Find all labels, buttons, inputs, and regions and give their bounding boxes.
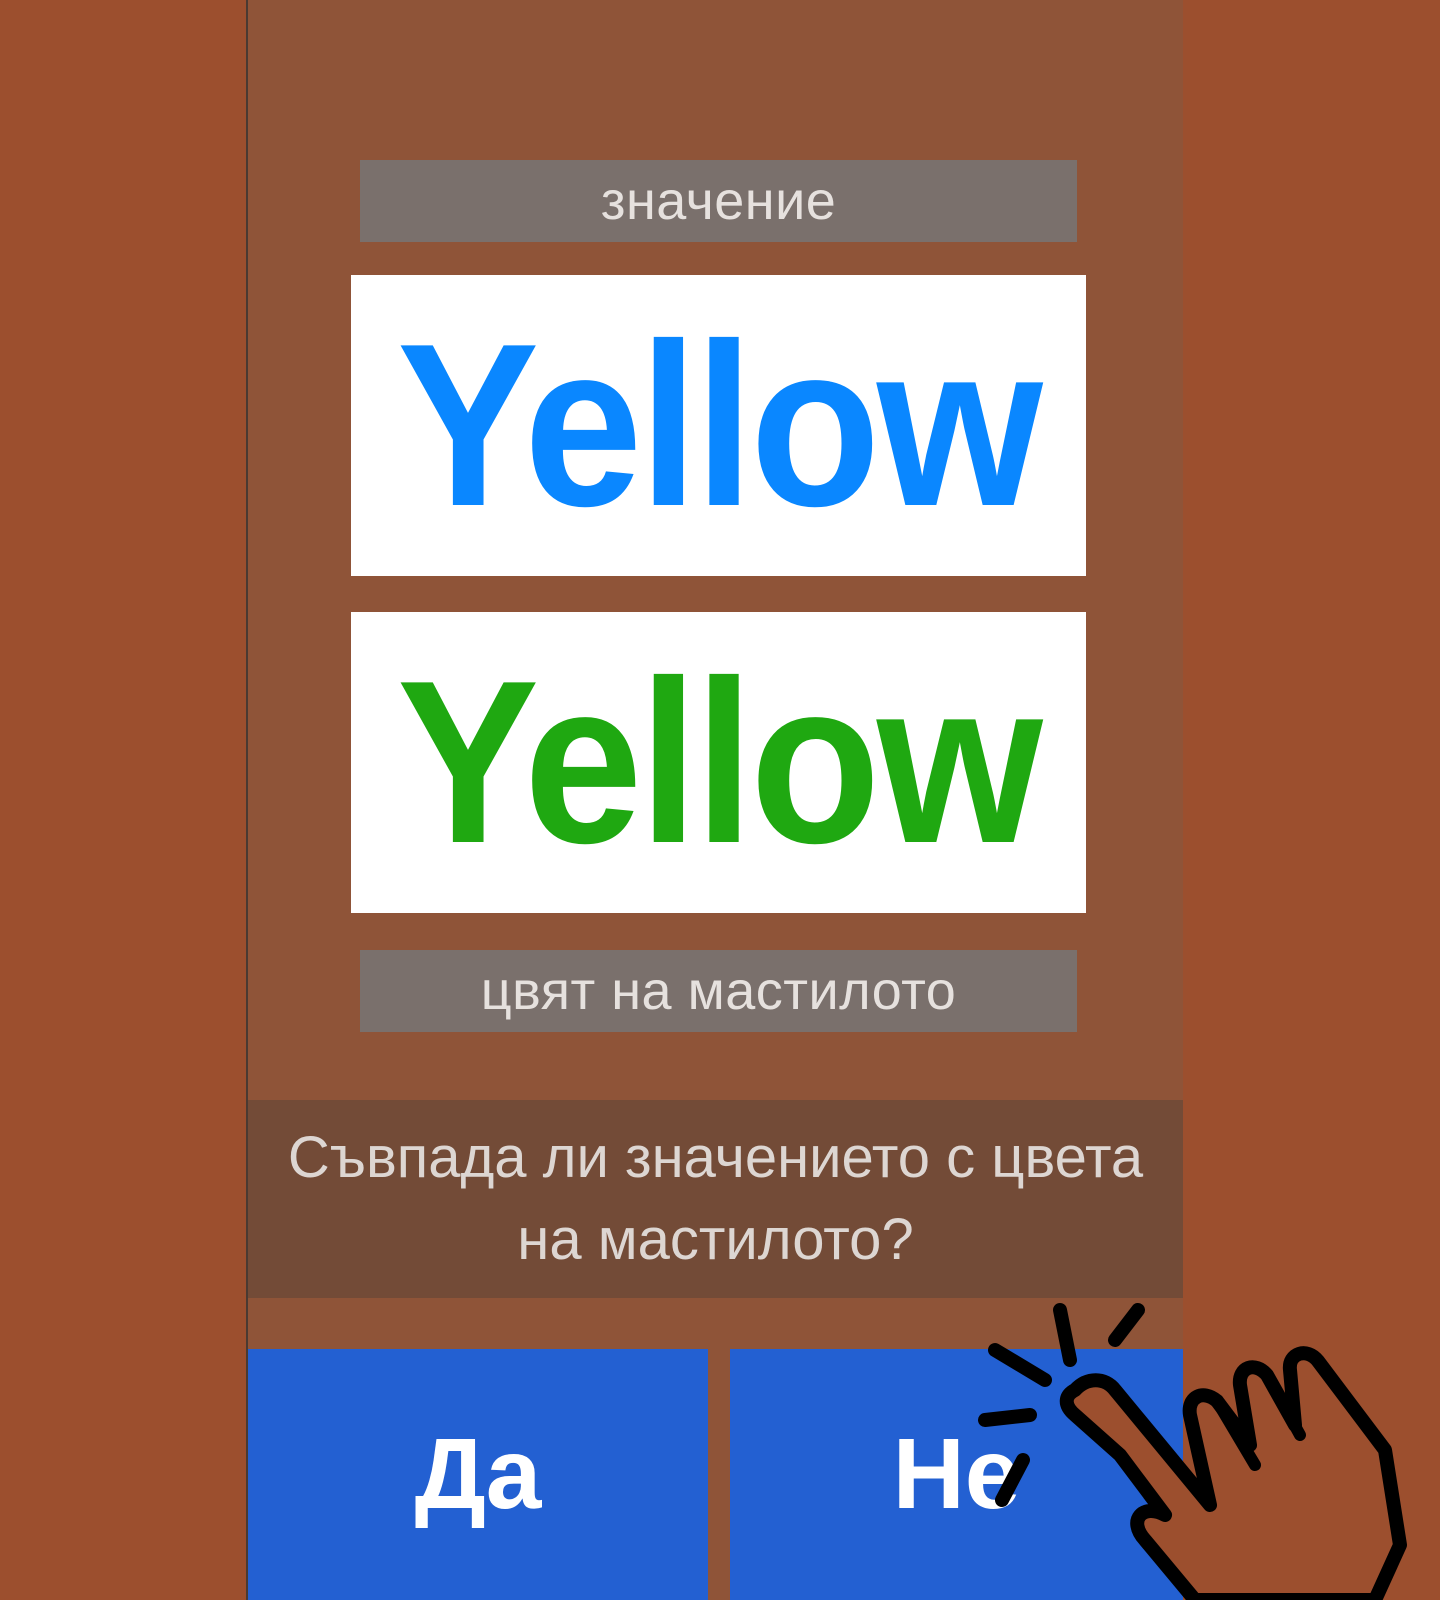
meaning-word: Yellow bbox=[397, 295, 1043, 555]
question-text: Съвпада ли значението с цвета на мастило… bbox=[248, 1100, 1183, 1298]
no-button[interactable]: Не bbox=[730, 1349, 1183, 1600]
meaning-word-card: Yellow bbox=[351, 275, 1086, 576]
ink-word-card: Yellow bbox=[351, 612, 1086, 913]
ink-color-label: цвят на мастилото bbox=[360, 950, 1077, 1032]
meaning-label: значение bbox=[360, 160, 1077, 242]
yes-button[interactable]: Да bbox=[248, 1349, 708, 1600]
ink-word: Yellow bbox=[397, 632, 1043, 892]
